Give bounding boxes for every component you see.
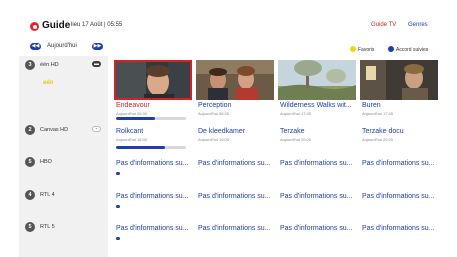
previous-day-button[interactable]: ◀◀: [30, 43, 41, 50]
program-title-no-info[interactable]: Pas d'informations su...: [362, 193, 435, 200]
program-time: Aujourd'hui 06:30: [198, 111, 230, 116]
nav-guide-tv[interactable]: Guide TV: [371, 22, 396, 28]
progress-bar: [116, 117, 186, 120]
channel-number: 5: [25, 157, 35, 167]
program-thumbnail-perception[interactable]: [196, 60, 274, 100]
progress-fill: [116, 146, 165, 149]
interior-image-icon: [360, 60, 438, 100]
program-title[interactable]: Perception: [198, 102, 231, 109]
channel-name: HBO: [40, 159, 52, 165]
program-time: Aujourd'hui 17:45: [280, 111, 312, 116]
channel-row-canvas[interactable]: 2 Canvas HD -: [19, 123, 108, 156]
program-time: Aujourd'hui 05:30: [116, 111, 148, 116]
program-title-no-info[interactable]: Pas d'informations su...: [116, 160, 189, 167]
program-title-no-info[interactable]: Pas d'informations su...: [280, 160, 353, 167]
legend-favorites: Favoris: [350, 46, 374, 53]
program-thumbnail-wilderness[interactable]: [278, 60, 356, 100]
channel-name: één HD: [40, 62, 59, 68]
progress-bar: [116, 146, 186, 149]
program-title-no-info[interactable]: Pas d'informations su...: [280, 193, 353, 200]
program-title[interactable]: De kleedkamer: [198, 128, 245, 135]
program-title-no-info[interactable]: Pas d'informations su...: [280, 225, 353, 232]
header: Guide lieu 17 Août | 05:55 Guide TV Genr…: [0, 0, 457, 36]
channel-row-rtl4[interactable]: 4 RTL 4: [19, 188, 108, 221]
channel-number: 4: [25, 190, 35, 200]
program-title[interactable]: Buren: [362, 102, 381, 109]
progress-indicator: [116, 237, 120, 240]
channel-number: 5: [25, 222, 35, 232]
program-title[interactable]: Terzake: [280, 128, 305, 135]
program-thumbnail-buren[interactable]: [360, 60, 438, 100]
progress-fill: [116, 117, 155, 120]
date-time: lieu 17 Août | 05:55: [71, 22, 123, 28]
legend-recordings-label: Accord suivies: [396, 47, 429, 53]
record-dot-icon: [388, 46, 394, 52]
channel-logo: eén: [43, 80, 54, 86]
program-title-no-info[interactable]: Pas d'informations su...: [116, 225, 189, 232]
program-time: Aujourd'hui 17:45: [362, 111, 394, 116]
favorite-dot-icon: [350, 46, 356, 52]
landscape-image-icon: [278, 60, 356, 100]
program-title-no-info[interactable]: Pas d'informations su...: [198, 193, 271, 200]
program-title-no-info[interactable]: Pas d'informations su...: [362, 225, 435, 232]
program-title[interactable]: Rolkcant: [116, 128, 143, 135]
day-label: Aujourd'hui: [47, 43, 77, 49]
program-time: Aujourd'hui 20:00: [280, 137, 312, 142]
channel-row-rtl5[interactable]: 5 RTL 5: [19, 220, 108, 253]
program-grid: Endeavour Aujourd'hui 05:30 Perception A…: [110, 56, 450, 257]
channel-number: 3: [25, 60, 35, 70]
channel-collapse-toggle[interactable]: -: [92, 126, 101, 132]
guide-logo-icon: [30, 22, 39, 31]
program-title[interactable]: Terzake docu: [362, 128, 404, 135]
progress-indicator: [116, 205, 120, 208]
scene-image-icon: [196, 60, 274, 100]
channel-row-hbo[interactable]: 5 HBO: [19, 155, 108, 188]
app-title: Guide: [42, 20, 71, 31]
portrait-image-icon: [116, 62, 190, 98]
next-day-button[interactable]: ▶▶: [92, 43, 103, 50]
program-title-no-info[interactable]: Pas d'informations su...: [116, 193, 189, 200]
channel-number: 2: [25, 125, 35, 135]
legend-favorites-label: Favoris: [358, 47, 375, 53]
channel-sidebar: 3 één HD ▬ eén 2 Canvas HD - 5 HBO 4 RTL…: [19, 56, 108, 257]
program-title[interactable]: Wilderness Walks wit...: [280, 102, 352, 109]
program-title-no-info[interactable]: Pas d'informations su...: [362, 160, 435, 167]
program-title-no-info[interactable]: Pas d'informations su...: [198, 160, 271, 167]
progress-indicator: [116, 172, 120, 175]
nav-genres[interactable]: Genres: [408, 22, 428, 28]
program-time: Aujourd'hui 19:00: [198, 137, 230, 142]
channel-name: Canvas HD: [40, 127, 69, 133]
program-time: Aujourd'hui 20:20: [362, 137, 394, 142]
channel-expand-toggle[interactable]: ▬: [92, 61, 101, 67]
program-title-no-info[interactable]: Pas d'informations su...: [198, 225, 271, 232]
channel-name: RTL 5: [40, 224, 55, 230]
channel-name: RTL 4: [40, 192, 55, 198]
program-time: Aujourd'hui 18:30: [116, 137, 148, 142]
program-thumbnail-endeavour[interactable]: [114, 60, 192, 100]
program-title[interactable]: Endeavour: [116, 102, 150, 109]
legend-recordings: Accord suivies: [388, 46, 428, 53]
